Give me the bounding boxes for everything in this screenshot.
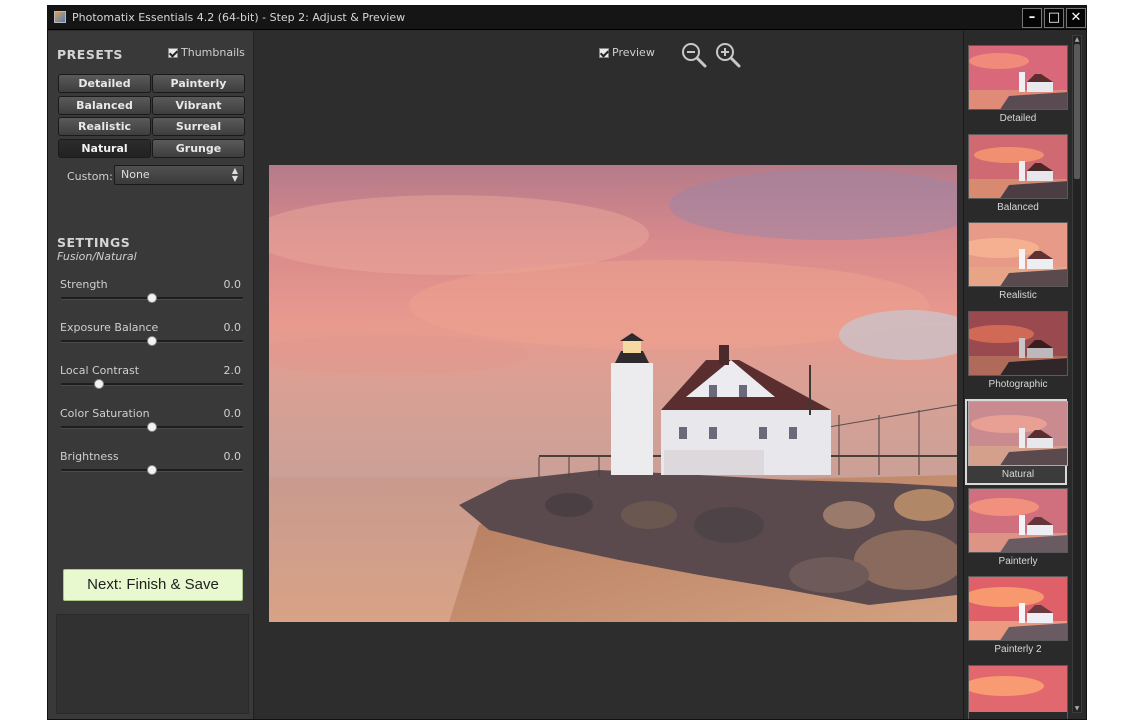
thumbnail-painterly-2[interactable]: Painterly 2 (967, 576, 1069, 662)
local-contrast-slider[interactable] (61, 379, 243, 389)
lighthouse-photo (269, 165, 957, 622)
thumbnail-label: Natural (1001, 469, 1035, 480)
thumbnail-preview (969, 666, 1067, 712)
thumbnail-painterly[interactable]: Painterly (967, 488, 1069, 574)
slider-value-local-contrast: 2.0 (223, 364, 242, 377)
custom-preset-select[interactable]: None ▲ ▼ (114, 165, 244, 185)
preset-button-balanced[interactable]: Balanced (58, 96, 151, 115)
title-bar: Photomatix Essentials 4.2 (64-bit) - Ste… (48, 6, 1086, 30)
thumbnail-preview (969, 135, 1067, 198)
minimize-button[interactable]: – (1022, 8, 1042, 28)
thumbnail-label: Realistic (999, 290, 1037, 301)
thumbnail-panel: Detailed Balanced Realistic Photographic… (963, 31, 1086, 719)
settings-subtitle: Fusion/Natural (57, 250, 137, 263)
thumbnail-label: Detailed (999, 113, 1037, 124)
preset-button-surreal[interactable]: Surreal (152, 117, 245, 136)
thumbnail-realistic[interactable]: Realistic (967, 222, 1069, 308)
thumbnail-label: Balanced (997, 202, 1039, 213)
thumbnail-preview (969, 402, 1067, 465)
thumbnail-preview (969, 577, 1067, 640)
slider-label-exposure-balance: Exposure Balance (60, 321, 159, 334)
close-button[interactable]: ✕ (1066, 8, 1086, 28)
presets-title: PRESETS (57, 47, 123, 62)
preset-button-vibrant[interactable]: Vibrant (152, 96, 245, 115)
left-bottom-panel (56, 614, 249, 714)
preview-label: Preview (612, 46, 655, 59)
color-saturation-slider[interactable] (61, 422, 243, 432)
maximize-button[interactable]: □ (1044, 8, 1064, 28)
thumbnail-preview (969, 312, 1067, 375)
left-panel: PRESETS Thumbnails Detailed Painterly Ba… (48, 31, 254, 719)
preview-image (269, 165, 957, 622)
preset-button-painterly[interactable]: Painterly (152, 74, 245, 93)
slider-label-brightness: Brightness (60, 450, 119, 463)
scroll-up-icon[interactable]: ▲ (1074, 36, 1080, 43)
preset-button-realistic[interactable]: Realistic (58, 117, 151, 136)
slider-label-local-contrast: Local Contrast (60, 364, 140, 377)
thumbnail-label: Photographic (988, 379, 1048, 390)
preset-button-grunge[interactable]: Grunge (152, 139, 245, 158)
brightness-slider[interactable] (61, 465, 243, 475)
scrollbar-thumb[interactable] (1074, 44, 1080, 179)
slider-thumb[interactable] (94, 379, 105, 389)
thumbnail-image (968, 576, 1068, 641)
thumbnail-scrollbar[interactable]: ▲ ▼ (1072, 35, 1082, 713)
slider-label-strength: Strength (60, 278, 108, 291)
strength-slider[interactable] (61, 293, 243, 303)
check-icon (599, 47, 609, 58)
app-window: Photomatix Essentials 4.2 (64-bit) - Ste… (47, 5, 1087, 720)
custom-label: Custom: (67, 170, 113, 183)
preview-area: Preview (255, 31, 963, 719)
slider-thumb[interactable] (147, 465, 157, 475)
preset-button-natural[interactable]: Natural (58, 139, 151, 158)
thumbnail-image (968, 488, 1068, 553)
slider-thumb[interactable] (147, 336, 157, 346)
slider-value-strength: 0.0 (223, 278, 242, 291)
thumbnail-image (968, 311, 1068, 376)
thumbnail-image (968, 222, 1068, 287)
thumbnail-list: Detailed Balanced Realistic Photographic… (964, 31, 1072, 719)
app-icon (54, 11, 66, 23)
next-finish-save-button[interactable]: Next: Finish & Save (63, 569, 243, 601)
thumbnail-next[interactable] (967, 665, 1069, 719)
thumbnail-preview (969, 489, 1067, 552)
zoom-in-icon[interactable] (713, 40, 743, 70)
thumbnail-preview (969, 223, 1067, 286)
thumbnail-image (968, 134, 1068, 199)
thumbnail-balanced[interactable]: Balanced (967, 134, 1069, 220)
exposure-balance-slider[interactable] (61, 336, 243, 346)
custom-select-value: None (121, 168, 150, 181)
slider-value-brightness: 0.0 (223, 450, 242, 463)
thumbnail-image (968, 665, 1068, 719)
slider-label-color-saturation: Color Saturation (60, 407, 150, 420)
thumbnails-checkbox[interactable]: Thumbnails (168, 46, 245, 59)
thumbnail-image (968, 45, 1068, 110)
thumbnail-preview (969, 46, 1067, 109)
scroll-down-icon[interactable]: ▼ (1074, 705, 1080, 712)
thumbnail-detailed[interactable]: Detailed (967, 45, 1069, 131)
thumbnail-image (968, 401, 1068, 466)
settings-title: SETTINGS (57, 235, 131, 250)
thumbnail-label: Painterly 2 (994, 644, 1042, 655)
preview-checkbox[interactable]: Preview (599, 46, 655, 59)
thumbnail-photographic[interactable]: Photographic (967, 311, 1069, 397)
slider-value-color-saturation: 0.0 (223, 407, 242, 420)
thumbnails-label: Thumbnails (181, 46, 245, 59)
slider-thumb[interactable] (147, 422, 157, 432)
updown-arrow-icon: ▲ ▼ (231, 166, 238, 183)
slider-thumb[interactable] (147, 293, 157, 303)
preset-button-detailed[interactable]: Detailed (58, 74, 151, 93)
window-title: Photomatix Essentials 4.2 (64-bit) - Ste… (72, 11, 406, 24)
thumbnail-natural[interactable]: Natural (965, 399, 1068, 485)
check-icon (168, 47, 178, 58)
thumbnail-label: Painterly (998, 556, 1038, 567)
zoom-out-icon[interactable] (679, 40, 709, 70)
slider-value-exposure-balance: 0.0 (223, 321, 242, 334)
